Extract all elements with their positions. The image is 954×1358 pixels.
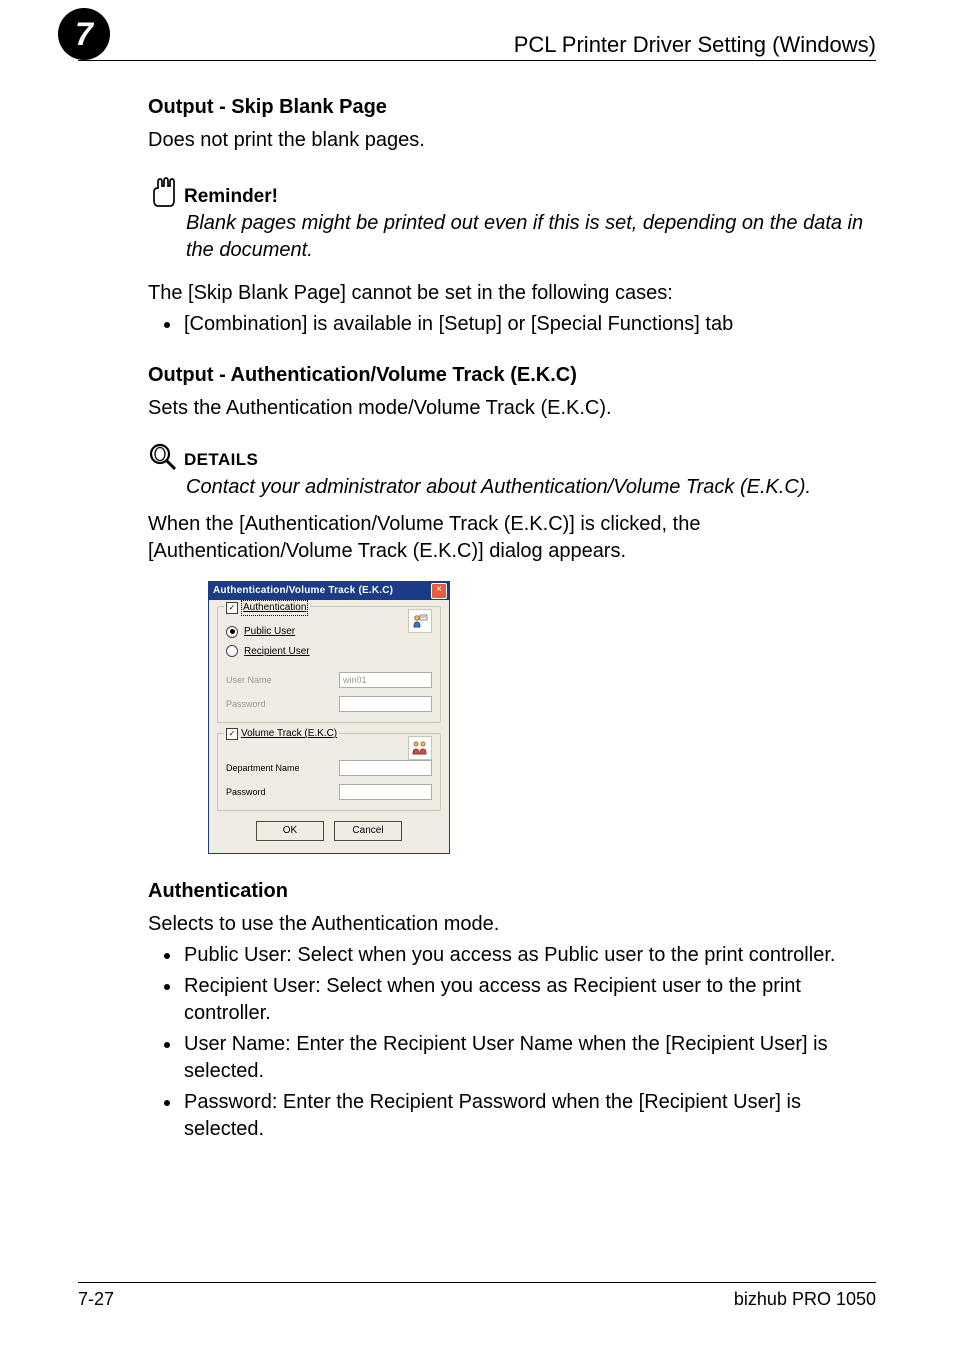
chapter-number-badge: 7: [58, 8, 110, 60]
cancel-button[interactable]: Cancel: [334, 821, 402, 841]
list-item: Password: Enter the Recipient Password w…: [182, 1089, 876, 1143]
section-body-skip-blank: Does not print the blank pages.: [148, 127, 876, 154]
section-body-auth: Sets the Authentication mode/Volume Trac…: [148, 395, 876, 422]
reminder-body: Blank pages might be printed out even if…: [186, 210, 876, 264]
volume-track-legend: Volume Track (E.K.C): [241, 727, 337, 741]
recipient-user-label: Recipient User: [244, 645, 310, 659]
skip-blank-cases-list: [Combination] is available in [Setup] or…: [148, 311, 876, 338]
volume-track-checkbox[interactable]: ✓: [226, 728, 238, 740]
section-title-auth: Output - Authentication/Volume Track (E.…: [148, 362, 876, 389]
dialog-titlebar: Authentication/Volume Track (E.K.C) ×: [209, 582, 449, 600]
page-footer: 7-27 bizhub PRO 1050: [78, 1282, 876, 1310]
details-body: Contact your administrator about Authent…: [186, 474, 876, 501]
dialog-title: Authentication/Volume Track (E.K.C): [213, 584, 393, 598]
reminder-label: Reminder!: [184, 184, 278, 210]
authentication2-list: Public User: Select when you access as P…: [148, 942, 876, 1143]
volume-track-icon: [408, 736, 432, 760]
auth-dialog-figure: Authentication/Volume Track (E.K.C) × ✓ …: [208, 581, 450, 854]
close-icon[interactable]: ×: [431, 583, 447, 599]
header-rule: [78, 60, 876, 61]
list-item: User Name: Enter the Recipient User Name…: [182, 1031, 876, 1085]
list-item: Recipient User: Select when you access a…: [182, 973, 876, 1027]
hand-icon: [148, 176, 180, 210]
list-item: [Combination] is available in [Setup] or…: [182, 311, 876, 338]
authentication-checkbox[interactable]: ✓: [226, 602, 238, 614]
volume-track-group: ✓ Volume Track (E.K.C) Department Name P…: [217, 733, 441, 811]
section-title-authentication2: Authentication: [148, 878, 876, 905]
authentication-icon: [408, 609, 432, 633]
vt-password-label: Password: [226, 786, 266, 798]
ok-button[interactable]: OK: [256, 821, 324, 841]
user-name-input[interactable]: win01: [339, 672, 432, 688]
auth-password-input[interactable]: [339, 696, 432, 712]
auth-password-label: Password: [226, 698, 266, 710]
list-item: Public User: Select when you access as P…: [182, 942, 876, 969]
recipient-user-radio[interactable]: [226, 645, 238, 657]
user-name-label: User Name: [226, 674, 272, 686]
section-title-skip-blank: Output - Skip Blank Page: [148, 94, 876, 121]
public-user-radio[interactable]: [226, 626, 238, 638]
page-header: 7 PCL Printer Driver Setting (Windows): [78, 30, 876, 70]
authentication2-intro: Selects to use the Authentication mode.: [148, 911, 876, 938]
public-user-label: Public User: [244, 625, 295, 639]
skip-blank-cases-intro: The [Skip Blank Page] cannot be set in t…: [148, 280, 876, 307]
department-name-input[interactable]: [339, 760, 432, 776]
details-block: DETAILS Contact your administrator about…: [148, 442, 876, 501]
footer-product-name: bizhub PRO 1050: [734, 1289, 876, 1310]
details-label: DETAILS: [184, 449, 258, 472]
chapter-title: PCL Printer Driver Setting (Windows): [514, 32, 876, 58]
vt-password-input[interactable]: [339, 784, 432, 800]
department-name-label: Department Name: [226, 762, 300, 774]
magnifier-icon: [148, 442, 178, 472]
authentication-legend: Authentication: [241, 600, 308, 616]
auth-dialog-intro: When the [Authentication/Volume Track (E…: [148, 511, 876, 565]
authentication-group: ✓ Authentication Public User Recipient U…: [217, 606, 441, 723]
footer-page-number: 7-27: [78, 1289, 114, 1310]
reminder-block: Reminder! Blank pages might be printed o…: [148, 176, 876, 264]
